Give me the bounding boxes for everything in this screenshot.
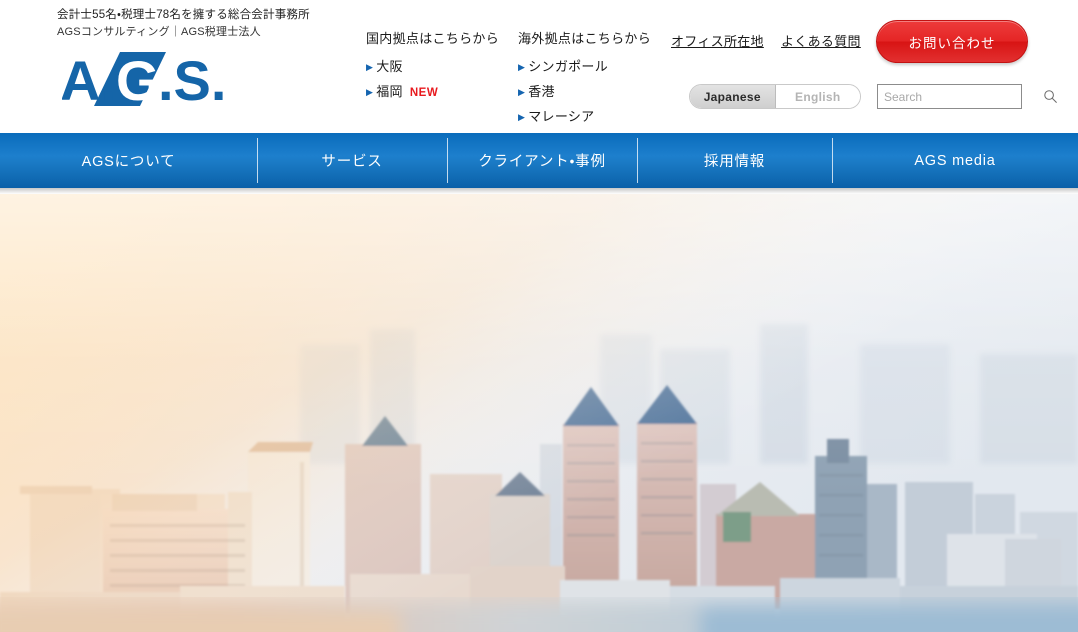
nav-shadow [0, 188, 1078, 194]
location-link-osaka[interactable]: ▶ 大阪 [366, 55, 499, 80]
page-root: 会計士55名・税理士78名を擁する総合会計事務所 AGSコンサルティング｜AGS… [0, 0, 1078, 632]
new-badge: NEW [409, 87, 439, 99]
top-link-office-locations[interactable]: オフィス所在地 [671, 31, 764, 50]
triangle-right-icon: ▶ [518, 87, 526, 97]
domestic-locations: 国内拠点はこちらから ▶ 大阪 ▶ 福岡 NEW [366, 28, 499, 105]
location-label: 福岡 [376, 84, 403, 99]
location-label: シンガポール [528, 59, 609, 74]
site-logo[interactable]: A. G .S. [62, 50, 242, 108]
svg-text:A.: A. [62, 50, 116, 108]
contact-button-label: お問い合わせ [908, 35, 996, 51]
site-header: 会計士55名・税理士78名を擁する総合会計事務所 AGSコンサルティング｜AGS… [0, 0, 1078, 133]
location-link-malaysia[interactable]: ▶ マレーシア [518, 105, 651, 130]
nav-item-ags-media[interactable]: AGS media [832, 133, 1078, 188]
language-option-english[interactable]: English [775, 85, 860, 108]
overseas-locations: 海外拠点はこちらから ▶ シンガポール ▶ 香港 ▶ マレーシア [518, 28, 651, 130]
triangle-right-icon: ▶ [366, 62, 374, 72]
contact-button[interactable]: お問い合わせ [876, 20, 1028, 63]
location-link-singapore[interactable]: ▶ シンガポール [518, 55, 651, 80]
ags-logo-icon: A. G .S. [62, 50, 226, 108]
site-tagline: 会計士55名・税理士78名を擁する総合会計事務所 AGSコンサルティング｜AGS… [57, 7, 310, 41]
nav-item-recruit[interactable]: 採用情報 [637, 133, 832, 188]
nav-item-services[interactable]: サービス [257, 133, 447, 188]
triangle-right-icon: ▶ [518, 62, 526, 72]
triangle-right-icon: ▶ [366, 87, 374, 97]
location-label: 香港 [528, 84, 555, 99]
location-label: 大阪 [376, 59, 403, 74]
hero-section: 会計と税務で、世界はもっと先へ。 経済が発展していくなかで、会計と税務も、より複… [0, 194, 1078, 632]
search-icon [1044, 90, 1057, 103]
nav-item-about[interactable]: AGSについて [0, 133, 257, 188]
search-button[interactable] [1043, 85, 1058, 108]
nav-item-clients-cases[interactable]: クライアント・事例 [447, 133, 637, 188]
top-link-faq[interactable]: よくある質問 [781, 31, 861, 50]
location-label: マレーシア [528, 109, 595, 124]
main-navigation: AGSについて サービス クライアント・事例 採用情報 AGS media [0, 133, 1078, 188]
tagline-line-2: AGSコンサルティング｜AGS税理士法人 [57, 26, 261, 38]
overseas-locations-heading: 海外拠点はこちらから [518, 31, 652, 46]
hero-background-photo [0, 194, 1078, 632]
triangle-right-icon: ▶ [518, 112, 526, 122]
domestic-locations-heading: 国内拠点はこちらから [366, 31, 500, 46]
search-input[interactable] [878, 85, 1043, 108]
language-toggle[interactable]: Japanese English [689, 84, 861, 109]
location-link-fukuoka[interactable]: ▶ 福岡 NEW [366, 80, 499, 105]
svg-text:G: G [116, 50, 160, 108]
search-box[interactable] [877, 84, 1057, 109]
location-link-hongkong[interactable]: ▶ 香港 [518, 80, 651, 105]
svg-text:.S.: .S. [158, 50, 226, 108]
language-option-japanese[interactable]: Japanese [690, 85, 776, 108]
tagline-line-1: 会計士55名・税理士78名を擁する総合会計事務所 [57, 9, 310, 21]
